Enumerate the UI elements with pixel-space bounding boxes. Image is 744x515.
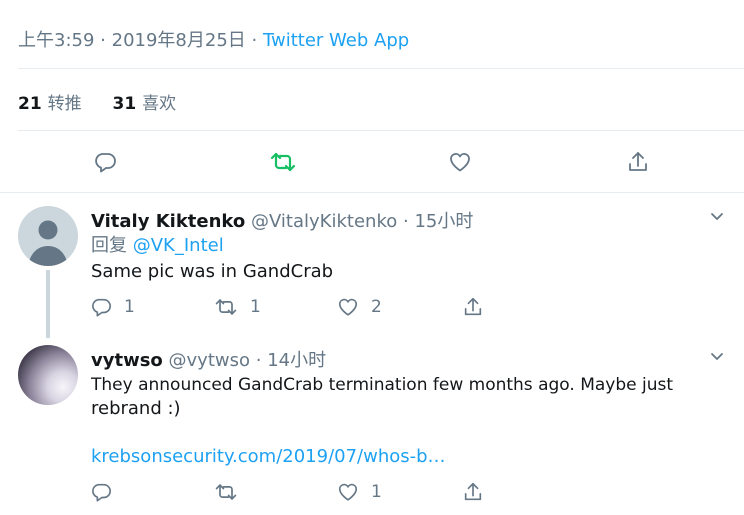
like-button[interactable] <box>445 147 475 177</box>
avatar[interactable] <box>18 206 78 266</box>
divider <box>18 130 744 131</box>
tweet-date[interactable]: 2019年8月25日 <box>112 30 246 51</box>
divider <box>18 68 744 69</box>
share-button[interactable] <box>623 147 653 177</box>
like-count: 1 <box>371 482 382 502</box>
author-handle[interactable]: @VitalyKiktenko <box>251 211 397 232</box>
retweets-label: 转推 <box>47 94 82 114</box>
reply-icon <box>95 153 116 173</box>
source-app-link[interactable]: Twitter Web App <box>263 30 409 51</box>
heart-icon <box>338 483 358 501</box>
reply-to-line: 回复 @VK_Intel <box>91 234 731 258</box>
chevron-down-icon <box>711 353 723 360</box>
reply-icon <box>92 298 111 317</box>
reply-header: vytwso @vytwso · 14小时 <box>91 346 326 372</box>
reply-button[interactable] <box>90 147 120 177</box>
reply-text-line: They announced GandCrab termination few … <box>91 375 674 395</box>
reply-time[interactable]: 15小时 <box>414 211 473 232</box>
reply-prefix: 回复 <box>91 235 127 256</box>
likes-count: 31 <box>112 94 137 114</box>
retweets-count: 21 <box>18 94 42 114</box>
reply-header: Vitaly Kiktenko @VitalyKiktenko · 15小时 <box>91 207 473 233</box>
share-button[interactable] <box>462 296 484 318</box>
share-icon <box>464 482 482 501</box>
author-handle[interactable]: @vytwso <box>169 350 250 371</box>
likes-stat[interactable]: 31 喜欢 <box>112 94 176 114</box>
tweet-meta: 上午3:59 · 2019年8月25日 · Twitter Web App <box>18 26 409 52</box>
share-button[interactable] <box>462 481 484 503</box>
more-options-button[interactable] <box>708 207 726 229</box>
reply-count: 1 <box>124 297 135 317</box>
likes-label: 喜欢 <box>142 94 177 114</box>
default-avatar-icon <box>28 220 68 266</box>
share-icon <box>629 152 647 171</box>
reply-time[interactable]: 14小时 <box>267 350 326 371</box>
reply-text-line: rebrand :) <box>91 398 181 419</box>
meta-separator: · <box>402 211 409 232</box>
heart-icon <box>450 153 470 172</box>
like-button[interactable]: 1 <box>337 481 382 503</box>
meta-separator: · <box>100 30 106 51</box>
reply-button[interactable]: 1 <box>90 296 135 318</box>
article-link[interactable]: krebsonsecurity.com/2019/07/whos-b… <box>91 445 731 469</box>
author-name[interactable]: vytwso <box>91 350 163 371</box>
retweet-icon <box>215 484 237 500</box>
share-icon <box>464 297 482 316</box>
retweet-button[interactable] <box>268 147 298 177</box>
meta-separator: · <box>251 30 258 51</box>
divider <box>0 192 744 193</box>
meta-separator: · <box>255 350 262 371</box>
retweet-icon <box>215 299 237 315</box>
more-options-button[interactable] <box>708 347 726 369</box>
avatar[interactable] <box>18 345 78 405</box>
retweet-count: 1 <box>250 297 261 317</box>
tweet-stats: 21 转推 31 喜欢 <box>18 89 176 114</box>
like-button[interactable]: 2 <box>337 296 382 318</box>
retweet-icon <box>270 152 296 172</box>
retweet-button[interactable]: 1 <box>214 296 261 318</box>
thread-connector <box>46 270 50 338</box>
reply-text: Same pic was in GandCrab <box>91 261 334 282</box>
mention-link[interactable]: @VK_Intel <box>133 235 224 256</box>
tweet-time[interactable]: 上午3:59 <box>18 30 94 51</box>
chevron-down-icon <box>711 213 723 220</box>
heart-icon <box>338 298 358 316</box>
retweets-stat[interactable]: 21 转推 <box>18 94 82 114</box>
retweet-button[interactable] <box>214 481 250 503</box>
author-name[interactable]: Vitaly Kiktenko <box>91 211 245 232</box>
like-count: 2 <box>371 297 382 317</box>
reply-button[interactable] <box>90 481 124 503</box>
reply-icon <box>92 483 111 502</box>
